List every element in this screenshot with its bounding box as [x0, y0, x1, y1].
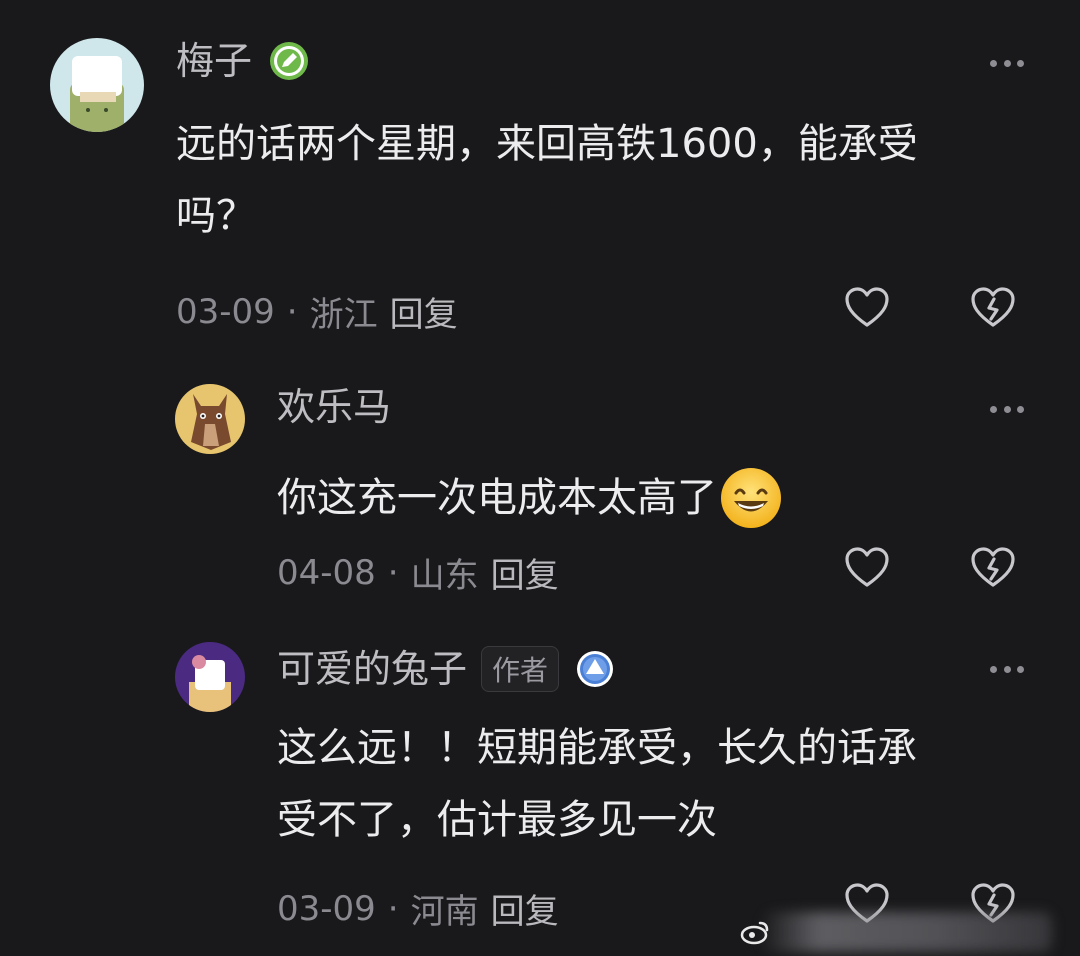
more-options-icon[interactable]: [990, 664, 1024, 674]
separator: ·: [387, 888, 399, 929]
dislike-broken-heart-icon[interactable]: [969, 284, 1017, 332]
avatar[interactable]: [50, 38, 144, 132]
comment-text-line: 这么远！！短期能承受，长久的话承: [277, 725, 917, 771]
avatar[interactable]: [175, 384, 245, 454]
comment-date: 03-09: [176, 291, 275, 332]
weibo-watermark: [740, 908, 1080, 956]
comment-text-line: 远的话两个星期，来回高铁1600，能承受: [176, 121, 918, 167]
reply-button[interactable]: 回复: [491, 548, 559, 597]
comment-text-line: 受不了，估计最多见一次: [277, 797, 717, 843]
more-options-icon[interactable]: [990, 58, 1024, 68]
avatar[interactable]: [175, 642, 245, 712]
weibo-logo-icon: [740, 917, 770, 947]
like-heart-icon[interactable]: [843, 544, 891, 592]
username[interactable]: 梅子: [176, 42, 252, 80]
comment-thread: 梅子 远的话两个星期，来回高铁1600，能承受 吗？ 03-09 · 浙江 回复: [0, 0, 1080, 956]
separator: ·: [387, 552, 399, 593]
username[interactable]: 可爱的兔子: [277, 650, 467, 688]
more-options-icon[interactable]: [990, 404, 1024, 414]
comment-location: 河南: [410, 892, 479, 932]
comment-location: 山东: [410, 556, 479, 596]
comment-location: 浙江: [309, 295, 378, 335]
comment-text-line: 你这充一次电成本太高了: [277, 475, 717, 521]
author-tag: 作者: [481, 646, 560, 692]
comment-date: 03-09: [277, 888, 376, 929]
comment-text-line: 吗？: [176, 193, 256, 239]
comment-text: 远的话两个星期，来回高铁1600，能承受 吗？: [176, 108, 918, 252]
comment-text: 你这充一次电成本太高了: [277, 462, 783, 534]
up-arrow-badge-icon: [575, 649, 615, 689]
pencil-badge-icon: [268, 40, 310, 82]
dislike-broken-heart-icon[interactable]: [969, 544, 1017, 592]
separator: ·: [286, 291, 298, 332]
reply-button[interactable]: 回复: [491, 884, 559, 933]
like-heart-icon[interactable]: [843, 284, 891, 332]
username[interactable]: 欢乐马: [277, 388, 391, 426]
reply-button[interactable]: 回复: [390, 287, 458, 336]
comment-text: 这么远！！短期能承受，长久的话承 受不了，估计最多见一次: [277, 712, 917, 856]
comment-date: 04-08: [277, 552, 376, 593]
grinning-face-emoji: [719, 466, 783, 530]
